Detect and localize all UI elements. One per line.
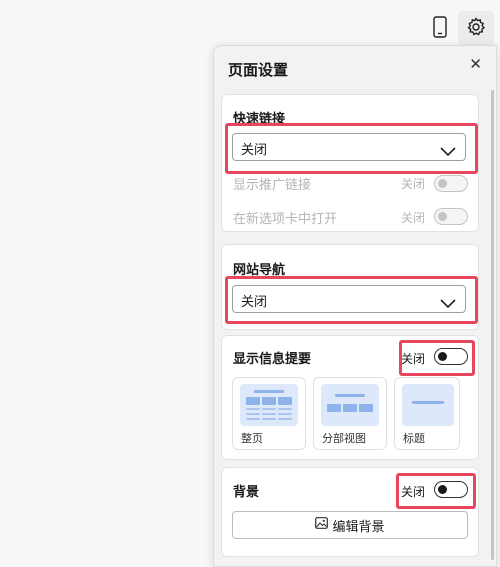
layout-preview-headings [402,384,454,426]
preview-block [278,397,292,405]
preview-line [246,408,260,410]
open-new-tab-state: 关闭 [401,211,426,225]
preview-block [262,397,276,405]
preview-block [246,397,260,405]
preview-line [278,408,292,410]
show-promoted-links-toggle[interactable] [434,175,468,192]
layout-option-full-page[interactable]: 整页 [232,377,306,450]
preview-line [262,413,276,415]
panel-title: 页面设置 [228,61,289,79]
layout-option-label: 分部视图 [322,432,366,445]
preview-line [246,413,260,415]
highlight-background-toggle [396,473,476,509]
layout-option-label: 整页 [241,432,263,445]
preview-block [359,404,373,412]
preview-line [262,408,276,410]
mobile-device-button[interactable] [422,11,458,47]
preview-block [327,404,341,412]
preview-block [343,404,357,412]
layout-option-partial-view[interactable]: 分部视图 [313,377,387,450]
preview-line [278,413,292,415]
preview-bar [254,390,284,393]
layout-preview-full-page [240,384,298,426]
image-icon [315,517,329,533]
close-icon[interactable]: ✕ [469,55,482,73]
highlight-quick-links-select [225,123,478,174]
preview-line [246,418,260,420]
preview-line [262,418,276,420]
page-settings-panel: 页面设置 ✕ 快速链接 关闭 显示推广链接 关闭 在新选项卡中打开 关闭 网站导… [213,45,497,567]
layout-preview-partial-view [321,384,379,426]
show-promoted-links-state: 关闭 [401,177,426,191]
open-new-tab-label: 在新选项卡中打开 [233,212,338,227]
phone-icon [433,16,447,42]
background-title: 背景 [233,485,260,500]
preview-bar [335,394,365,397]
page-settings-button[interactable] [458,11,494,47]
scrollbar[interactable] [491,90,494,560]
show-promoted-links-label: 显示推广链接 [233,178,312,193]
highlight-site-navigation-select [225,276,478,324]
edit-background-label: 编辑背景 [332,519,385,535]
layout-option-headings[interactable]: 标题 [394,377,460,450]
preview-bar [412,401,444,404]
layout-option-label: 标题 [403,432,425,445]
highlight-info-feed-toggle [399,340,475,376]
edit-background-button[interactable]: 编辑背景 [232,511,468,539]
open-new-tab-toggle[interactable] [434,208,468,225]
info-feed-title: 显示信息提要 [233,352,312,367]
preview-line [278,418,292,420]
gear-icon [466,17,486,41]
